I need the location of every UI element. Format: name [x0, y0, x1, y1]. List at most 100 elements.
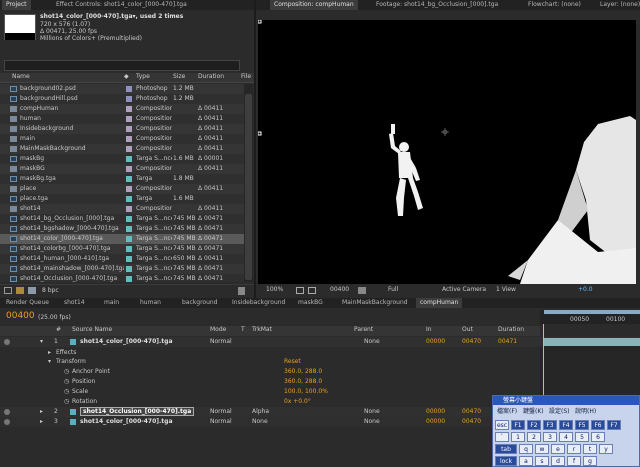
timeline-tab[interactable]: MainMaskBackground — [338, 298, 412, 308]
keyboard-key[interactable]: 5 — [575, 432, 589, 442]
label-color-swatch[interactable] — [126, 226, 132, 232]
keyboard-key[interactable]: 2 — [527, 432, 541, 442]
property-value[interactable]: 0x +0.0° — [284, 397, 311, 407]
keyboard-key[interactable]: 4 — [559, 432, 573, 442]
current-time-display[interactable]: 00400 — [6, 311, 35, 321]
keyboard-key[interactable]: F5 — [575, 420, 589, 430]
keyboard-key[interactable]: ` — [495, 432, 509, 442]
label-color-swatch[interactable] — [126, 166, 132, 172]
tab-flowchart[interactable]: Flowchart: (none) — [524, 0, 585, 10]
keyboard-key[interactable]: F7 — [607, 420, 621, 430]
label-color-swatch[interactable] — [126, 116, 132, 122]
project-item[interactable]: shot14_color_[000-470].tga Targa S...nce 7… — [0, 234, 244, 244]
project-item[interactable]: maskBg Targa S...nce 1.6 MB Δ 00001 — [0, 154, 244, 164]
tab-composition[interactable]: Composition: compHuman — [270, 0, 358, 10]
stopwatch-icon[interactable]: ◷ — [64, 397, 69, 407]
label-color-swatch[interactable] — [126, 256, 132, 262]
col-t[interactable]: T — [241, 326, 245, 336]
keyboard-key[interactable]: lock — [495, 456, 517, 466]
new-comp-icon[interactable] — [28, 287, 36, 294]
transform-property[interactable]: ◷ Scale 100.0, 100.0% — [0, 387, 540, 397]
stopwatch-icon[interactable]: ◷ — [64, 377, 69, 387]
tab-project[interactable]: Project — [2, 0, 31, 10]
layer-row-3[interactable]: ▸ 3 shot14_color_[000-470].tga Normal No… — [0, 417, 540, 427]
layer-expand-icon[interactable]: ▸ — [40, 417, 43, 427]
project-item[interactable]: shot14_mainshadow_[000-470].tga Targa S..… — [0, 264, 244, 274]
label-color-swatch[interactable] — [126, 246, 132, 252]
timeline-ruler[interactable]: 00050 00100 — [540, 310, 640, 324]
col-parent[interactable]: Parent — [354, 326, 373, 336]
keyboard-key[interactable]: d — [551, 456, 565, 466]
resolution-select[interactable]: Full — [388, 286, 398, 293]
project-item[interactable]: shot14_bg_Occlusion_[000].tga Targa S...n… — [0, 214, 244, 224]
transform-property[interactable]: ◷ Anchor Point 360.0, 288.0 — [0, 367, 540, 377]
project-item[interactable]: human Composition Δ 00411 — [0, 114, 244, 124]
col-trkmat[interactable]: TrkMat — [252, 326, 272, 336]
stopwatch-icon[interactable]: ◷ — [64, 387, 69, 397]
keyboard-key[interactable]: a — [519, 456, 533, 466]
layer-out[interactable]: 00470 — [462, 417, 481, 427]
interpret-footage-icon[interactable] — [4, 287, 12, 294]
label-color-swatch[interactable] — [126, 206, 132, 212]
transform-reset[interactable]: Reset — [284, 357, 301, 367]
keyboard-key[interactable]: 6 — [591, 432, 605, 442]
keyboard-key[interactable]: e — [551, 444, 565, 454]
project-item[interactable]: background02.psd Photoshop 1.2 MB — [0, 84, 244, 94]
keyboard-key[interactable]: f — [567, 456, 581, 466]
property-value[interactable]: 360.0, 288.0 — [284, 377, 322, 387]
col-in[interactable]: In — [426, 326, 432, 336]
keyboard-key[interactable]: q — [519, 444, 533, 454]
timeline-tab[interactable]: Render Queue — [2, 298, 53, 308]
layer-expand-icon[interactable]: ▸ — [40, 407, 43, 417]
project-item[interactable]: maskBG Composition Δ 00411 — [0, 164, 244, 174]
layer-row-2[interactable]: ▸ 2 shot14_Occlusion_[000-470].tga Norma… — [0, 407, 540, 417]
layer-expand-icon[interactable]: ▾ — [40, 337, 43, 347]
timeline-tab[interactable]: background — [178, 298, 222, 308]
keyboard-key[interactable]: F4 — [559, 420, 573, 430]
menu-file[interactable]: 檔案(F) — [497, 406, 517, 415]
camera-select[interactable]: Active Camera — [442, 286, 486, 293]
project-search-field[interactable] — [4, 60, 240, 71]
keyboard-key[interactable]: F6 — [591, 420, 605, 430]
project-item[interactable]: backgroundHill.psd Photoshop 1.2 MB — [0, 94, 244, 104]
label-color-swatch[interactable] — [126, 236, 132, 242]
layer-bar[interactable] — [544, 338, 640, 346]
zoom-select[interactable]: 100% — [266, 286, 283, 293]
keyboard-key[interactable]: F2 — [527, 420, 541, 430]
keyboard-key[interactable]: esc — [495, 420, 509, 430]
keyboard-key[interactable]: r — [567, 444, 581, 454]
timeline-tab[interactable]: human — [136, 298, 165, 308]
keyboard-key[interactable]: F3 — [543, 420, 557, 430]
menu-keyboard[interactable]: 鍵盤(K) — [523, 406, 544, 415]
keyboard-key[interactable]: F1 — [511, 420, 525, 430]
layer-parent[interactable]: None — [364, 407, 380, 417]
col-mode[interactable]: Mode — [210, 326, 226, 336]
visibility-icon[interactable] — [4, 409, 10, 415]
keyboard-key[interactable]: y — [599, 444, 613, 454]
property-value[interactable]: 360.0, 288.0 — [284, 367, 322, 377]
keyboard-key[interactable]: w — [535, 444, 549, 454]
snapshot-icon[interactable] — [296, 287, 304, 294]
project-item[interactable]: main Composition Δ 00411 — [0, 134, 244, 144]
project-item[interactable]: shot14_bgshadow_[000-470].tga Targa S...n… — [0, 224, 244, 234]
keyboard-key[interactable]: t — [583, 444, 597, 454]
bpc-label[interactable]: 8 bpc — [42, 287, 59, 294]
layer-mode[interactable]: Normal — [210, 337, 232, 347]
col-source-name[interactable]: Source Name — [72, 326, 112, 336]
layer-in[interactable]: 00000 — [426, 337, 445, 347]
label-color-swatch[interactable] — [126, 126, 132, 132]
project-item[interactable]: compHuman Composition Δ 00411 — [0, 104, 244, 114]
view-layout-select[interactable]: 1 View — [496, 286, 516, 293]
project-item[interactable]: Insidebackground Composition Δ 00411 — [0, 124, 244, 134]
layer-name[interactable]: shot14_color_[000-470].tga — [80, 417, 173, 427]
grid-icon[interactable] — [308, 287, 316, 294]
project-item[interactable]: MainMaskBackground Composition Δ 00411 — [0, 144, 244, 154]
label-color-swatch[interactable] — [126, 186, 132, 192]
keyboard-titlebar[interactable]: 螢幕小鍵盤 — [493, 396, 639, 405]
label-color-swatch[interactable] — [126, 146, 132, 152]
transform-property[interactable]: ◷ Position 360.0, 288.0 — [0, 377, 540, 387]
project-item[interactable]: shot14_Occlusion_[000-470].tga Targa S...… — [0, 274, 244, 282]
layer-name[interactable]: shot14_color_[000-470].tga — [80, 337, 173, 347]
project-item[interactable]: shot14 Composition Δ 00411 — [0, 204, 244, 214]
project-item[interactable]: place.tga Targa 1.6 MB — [0, 194, 244, 204]
